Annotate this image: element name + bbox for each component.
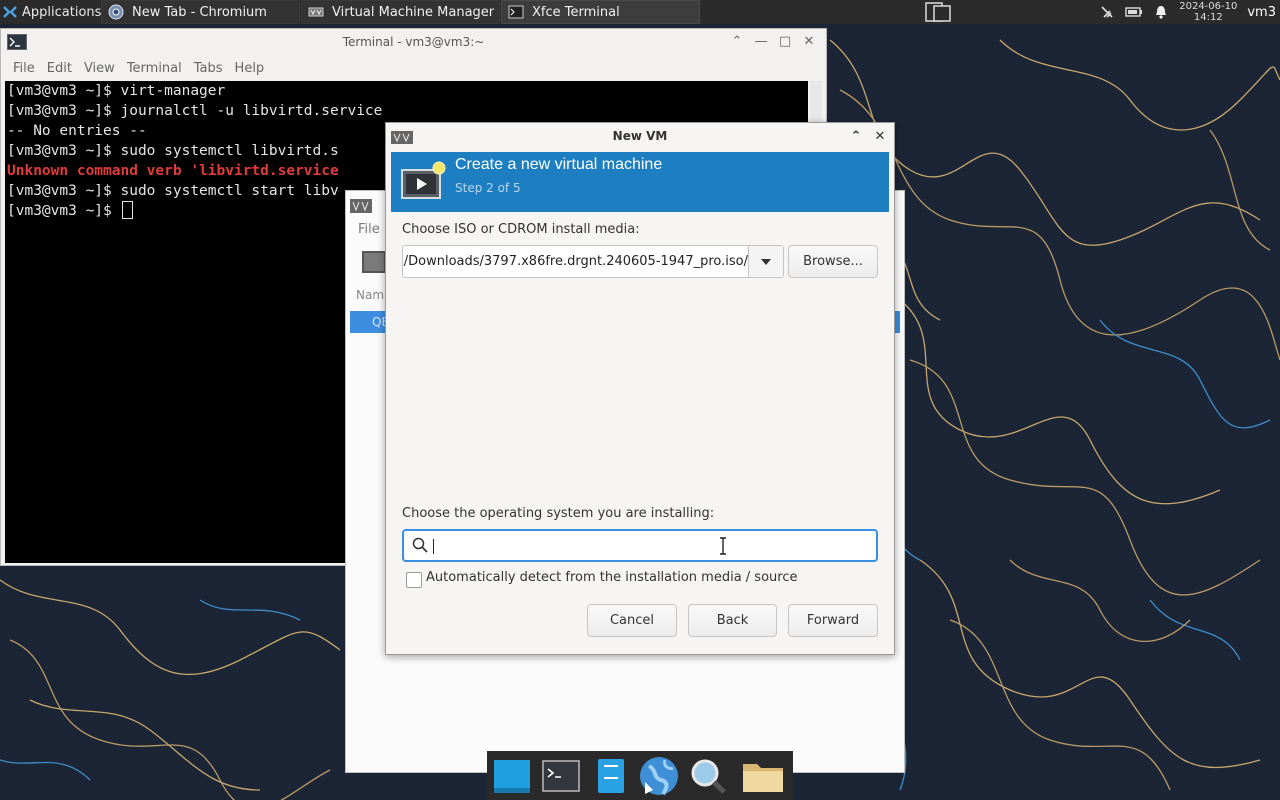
menu-file[interactable]: File bbox=[7, 61, 41, 76]
applications-label: Applications bbox=[22, 4, 102, 20]
text-caret bbox=[433, 539, 434, 554]
network-disconnected-icon[interactable] bbox=[1099, 4, 1115, 20]
auto-detect-checkbox[interactable] bbox=[406, 572, 422, 588]
web-browser-icon bbox=[639, 756, 678, 795]
iso-label: Choose ISO or CDROM install media: bbox=[402, 222, 640, 237]
new-vm-dialog: New VM ⌃ ✕ Create a new virtual machine … bbox=[385, 122, 895, 655]
back-button[interactable]: Back bbox=[688, 604, 777, 637]
banner-title: Create a new virtual machine bbox=[455, 156, 663, 173]
menu-terminal[interactable]: Terminal bbox=[121, 61, 188, 76]
chromium-icon bbox=[108, 4, 124, 20]
clock-date: 2024-06-10 bbox=[1179, 1, 1238, 12]
task-xfce-terminal[interactable]: Xfce Terminal bbox=[501, 0, 700, 24]
menu-help[interactable]: Help bbox=[229, 61, 271, 76]
dock-item-file-manager[interactable] bbox=[585, 751, 634, 800]
cancel-button[interactable]: Cancel bbox=[587, 604, 677, 637]
dock-item-web-browser[interactable] bbox=[634, 751, 683, 800]
chevron-down-icon bbox=[761, 258, 771, 265]
task-chromium[interactable]: New Tab - Chromium bbox=[101, 0, 300, 24]
maximize-up-button[interactable]: ⌃ bbox=[728, 33, 746, 51]
forward-button[interactable]: Forward bbox=[788, 604, 878, 637]
top-panel: Applications New Tab - Chromium Virtual … bbox=[0, 0, 1280, 24]
user-menu[interactable]: vm3 bbox=[1247, 5, 1276, 20]
terminal-icon bbox=[508, 5, 524, 19]
maximize-button[interactable]: □ bbox=[776, 33, 794, 51]
file-manager-icon bbox=[597, 758, 624, 793]
app-finder-icon bbox=[691, 759, 726, 794]
task-label: New Tab - Chromium bbox=[132, 4, 267, 20]
dock-item-folder[interactable] bbox=[732, 751, 793, 800]
terminal-title: Terminal - vm3@vm3:~ bbox=[342, 35, 485, 49]
vmm-menu-file[interactable]: File bbox=[358, 222, 380, 237]
xfce-logo-icon bbox=[3, 6, 17, 18]
virt-manager-icon bbox=[308, 7, 324, 17]
dialog-maximize-button[interactable]: ⌃ bbox=[848, 128, 864, 146]
vmm-column-name[interactable]: Nam bbox=[356, 288, 384, 302]
os-label: Choose the operating system you are inst… bbox=[402, 506, 715, 521]
clock-time: 14:12 bbox=[1193, 12, 1223, 23]
menu-tabs[interactable]: Tabs bbox=[188, 61, 229, 76]
bottom-dock bbox=[487, 751, 793, 800]
iso-dropdown-button[interactable] bbox=[748, 246, 783, 277]
dialog-banner: Create a new virtual machine Step 2 of 5 bbox=[391, 152, 889, 212]
terminal-cursor bbox=[121, 201, 133, 219]
terminal-titlebar[interactable]: Terminal - vm3@vm3:~ ⌃ — □ ✕ bbox=[1, 29, 826, 55]
new-vm-toolbar-icon[interactable] bbox=[362, 251, 386, 273]
iso-path-combo[interactable]: /vm3/Downloads/3797.x86fre.drgnt.240605-… bbox=[402, 245, 784, 278]
dock-item-desktop[interactable] bbox=[487, 751, 536, 800]
battery-icon[interactable] bbox=[1125, 4, 1143, 20]
terminal-menubar: File Edit View Terminal Tabs Help bbox=[1, 55, 826, 81]
browse-button[interactable]: Browse... bbox=[788, 245, 878, 278]
terminal-icon bbox=[541, 759, 580, 792]
window-switcher-icon[interactable] bbox=[924, 1, 954, 23]
task-label: Virtual Machine Manager bbox=[332, 4, 495, 20]
dialog-titlebar[interactable]: New VM ⌃ ✕ bbox=[386, 123, 894, 151]
task-label: Xfce Terminal bbox=[532, 4, 620, 20]
close-button[interactable]: ✕ bbox=[800, 33, 818, 51]
desktop-icon bbox=[493, 759, 530, 793]
menu-edit[interactable]: Edit bbox=[41, 61, 78, 76]
virt-manager-icon bbox=[350, 199, 372, 213]
clock[interactable]: 2024-06-10 14:12 bbox=[1179, 1, 1237, 23]
new-vm-monitor-icon bbox=[401, 161, 446, 199]
folder-icon bbox=[742, 763, 783, 792]
menu-view[interactable]: View bbox=[78, 61, 121, 76]
system-tray: 2024-06-10 14:12 vm3 bbox=[1099, 0, 1280, 24]
terminal-line: [vm3@vm3 ~]$ virt-manager bbox=[7, 83, 226, 99]
auto-detect-label[interactable]: Automatically detect from the installati… bbox=[426, 570, 797, 585]
banner-step: Step 2 of 5 bbox=[455, 181, 521, 195]
dock-item-app-finder[interactable] bbox=[683, 751, 732, 800]
dialog-close-button[interactable]: ✕ bbox=[872, 128, 888, 146]
terminal-line: [vm3@vm3 ~]$ journalctl -u libvirtd.serv… bbox=[7, 103, 383, 119]
iso-path-value[interactable]: /vm3/Downloads/3797.x86fre.drgnt.240605-… bbox=[403, 246, 748, 277]
search-icon bbox=[412, 537, 428, 553]
os-search-input[interactable] bbox=[402, 529, 878, 562]
ibeam-cursor-icon bbox=[720, 537, 726, 555]
task-virt-manager[interactable]: Virtual Machine Manager bbox=[301, 0, 500, 24]
dialog-title: New VM bbox=[612, 129, 668, 143]
dock-item-terminal[interactable] bbox=[536, 751, 585, 800]
minimize-button[interactable]: — bbox=[752, 33, 770, 51]
notifications-bell-icon[interactable] bbox=[1153, 4, 1169, 20]
